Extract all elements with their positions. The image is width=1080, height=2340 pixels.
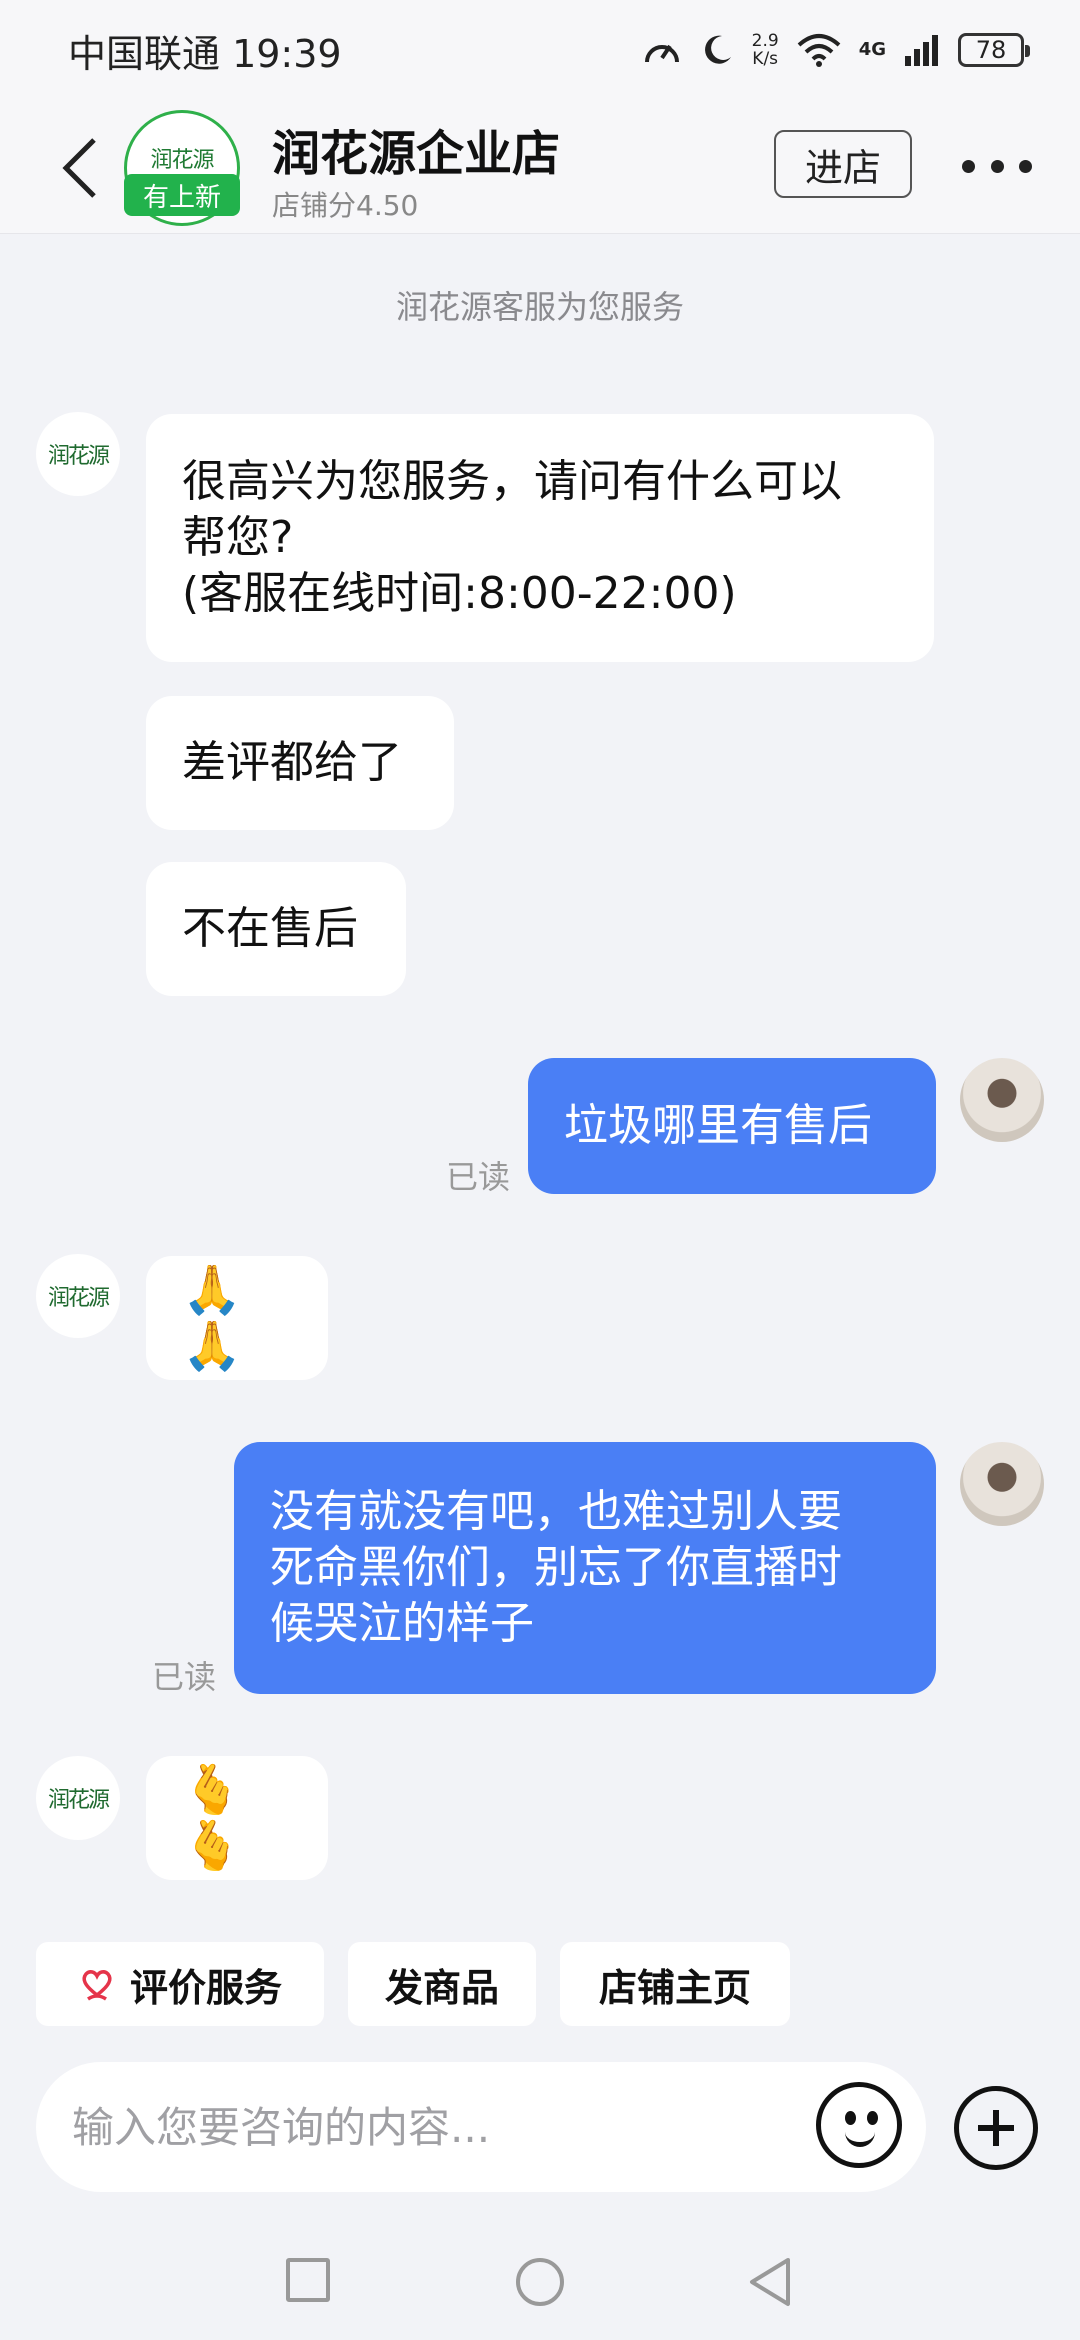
rate-service-button[interactable]: 评价服务 <box>36 1942 324 2026</box>
shop-logo-text: 润花源 <box>47 444 110 469</box>
carrier-time: 中国联通 19:39 <box>68 31 342 76</box>
quick-action-label: 评价服务 <box>129 1965 282 2010</box>
message-bubble[interactable]: 差评都给了 <box>146 696 454 830</box>
shop-logo-text: 润花源 <box>150 148 214 173</box>
recents-icon[interactable] <box>286 2258 330 2302</box>
message-text: 不在售后 <box>182 903 358 954</box>
battery-indicator: 78 <box>958 33 1030 67</box>
status-icons: 2.9 K/s 4G 78 <box>642 32 1030 68</box>
back-icon <box>62 138 96 198</box>
message-bubble[interactable]: 很高兴为您服务，请问有什么可以 帮您? (客服在线时间:8:00-22:00) <box>146 414 934 662</box>
message-bubble[interactable]: 🙏🙏 <box>146 1256 328 1380</box>
status-bar: 中国联通 19:39 2.9 K/s 4G 78 <box>0 0 1080 100</box>
home-icon[interactable] <box>516 2258 564 2306</box>
message-bubble[interactable]: 🫰🫰 <box>146 1756 328 1880</box>
speed-value: 2.9 <box>751 31 779 51</box>
message-line: 很高兴为您服务，请问有什么可以 <box>182 456 842 507</box>
shop-avatar-small[interactable]: 润花源 <box>36 1254 120 1338</box>
shop-homepage-button[interactable]: 店铺主页 <box>560 1942 790 2026</box>
network-type: 4G <box>858 39 886 60</box>
more-icon[interactable] <box>962 146 1032 186</box>
send-product-button[interactable]: 发商品 <box>348 1942 536 2026</box>
network-speed: 2.9 K/s <box>752 32 779 68</box>
message-text: 🙏🙏 <box>182 1262 242 1374</box>
message-text: 差评都给了 <box>182 737 402 788</box>
read-status: 已读 <box>446 1158 511 1196</box>
message-text: 很高兴为您服务，请问有什么可以 帮您? (客服在线时间:8:00-22:00) <box>182 454 842 622</box>
message-text: 没有就没有吧，也难过别人要 死命黑你们，别忘了你直播时 候哭泣的样子 <box>270 1484 842 1652</box>
shop-name[interactable]: 润花源企业店 <box>272 114 560 184</box>
shop-logo-text: 润花源 <box>47 1286 110 1311</box>
signal-icon <box>904 34 940 66</box>
message-input[interactable] <box>72 2090 812 2164</box>
read-status: 已读 <box>152 1658 217 1696</box>
quick-action-label: 店铺主页 <box>598 1965 751 2010</box>
service-note: 润花源客服为您服务 <box>395 288 684 326</box>
shop-score: 店铺分4.50 <box>272 189 419 222</box>
message-bubble[interactable]: 不在售后 <box>146 862 406 996</box>
back-button[interactable] <box>50 128 110 208</box>
nav-back-icon[interactable] <box>746 2256 794 2308</box>
speedometer-icon <box>642 32 682 68</box>
message-text: 垃圾哪里有售后 <box>564 1100 872 1151</box>
wifi-icon <box>797 33 841 67</box>
speed-unit: K/s <box>752 49 779 69</box>
message-input-container <box>36 2062 926 2192</box>
message-bubble[interactable]: 垃圾哪里有售后 <box>528 1058 936 1194</box>
moon-icon <box>700 33 734 67</box>
message-line: 没有就没有吧，也难过别人要 <box>270 1486 842 1537</box>
user-avatar[interactable] <box>960 1058 1044 1142</box>
message-line: (客服在线时间:8:00-22:00) <box>182 568 737 619</box>
message-text: 🫰🫰 <box>182 1762 242 1874</box>
shop-logo-text: 润花源 <box>47 1788 110 1813</box>
enter-shop-button[interactable]: 进店 <box>774 130 912 198</box>
plus-icon[interactable] <box>954 2086 1038 2170</box>
heart-hand-icon <box>82 1970 112 2001</box>
quick-action-label: 发商品 <box>384 1965 499 2010</box>
shop-avatar-small[interactable]: 润花源 <box>36 1756 120 1840</box>
message-line: 死命黑你们，别忘了你直播时 <box>270 1542 842 1593</box>
new-arrivals-badge: 有上新 <box>124 174 240 216</box>
system-nav-bar <box>0 2218 1080 2340</box>
message-line: 候哭泣的样子 <box>270 1598 534 1649</box>
message-line: 帮您? <box>182 512 294 563</box>
shop-avatar-small[interactable]: 润花源 <box>36 412 120 496</box>
message-bubble[interactable]: 没有就没有吧，也难过别人要 死命黑你们，别忘了你直播时 候哭泣的样子 <box>234 1442 936 1694</box>
chat-header: 润花源 有上新 润花源企业店 店铺分4.50 进店 <box>0 100 1080 234</box>
emoji-icon[interactable] <box>816 2082 902 2168</box>
user-avatar[interactable] <box>960 1442 1044 1526</box>
